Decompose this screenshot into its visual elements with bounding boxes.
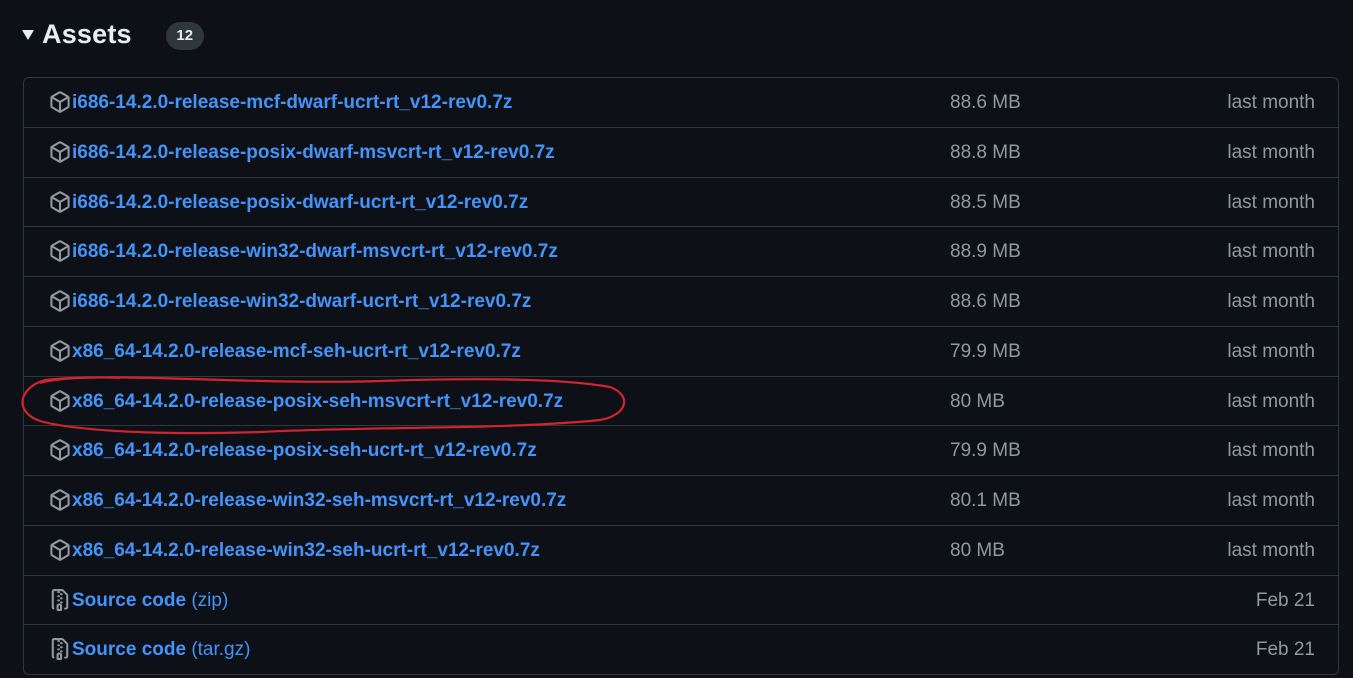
asset-link[interactable]: i686-14.2.0-release-posix-dwarf-msvcrt-r…	[72, 142, 555, 164]
asset-link[interactable]: i686-14.2.0-release-win32-dwarf-ucrt-rt_…	[72, 291, 531, 313]
asset-row: i686-14.2.0-release-posix-dwarf-msvcrt-r…	[24, 128, 1338, 178]
asset-size: 88.8 MB	[950, 141, 1021, 163]
source-code-zip-link[interactable]: Source code (zip)	[72, 590, 228, 612]
asset-date: last month	[1227, 291, 1315, 312]
asset-row-highlighted: x86_64-14.2.0-release-posix-seh-msvcrt-r…	[24, 377, 1338, 427]
asset-row: i686-14.2.0-release-posix-dwarf-ucrt-rt_…	[24, 178, 1338, 228]
package-icon	[50, 240, 70, 263]
asset-link[interactable]: x86_64-14.2.0-release-posix-seh-ucrt-rt_…	[72, 440, 537, 462]
asset-date: last month	[1227, 390, 1315, 412]
file-zip-icon	[51, 588, 69, 611]
asset-row: i686-14.2.0-release-win32-dwarf-msvcrt-r…	[24, 227, 1338, 277]
package-icon	[50, 339, 70, 362]
asset-size: 80.1 MB	[950, 490, 1021, 511]
source-code-date: Feb 21	[1255, 639, 1315, 661]
asset-size: 88.6 MB	[950, 92, 1021, 113]
asset-size: 88.9 MB	[950, 241, 1021, 263]
asset-size: 88.6 MB	[950, 291, 1021, 312]
asset-row: x86_64-14.2.0-release-win32-seh-ucrt-rt_…	[24, 526, 1338, 576]
package-icon	[50, 290, 70, 312]
asset-date: last month	[1227, 490, 1315, 511]
asset-row: i686-14.2.0-release-win32-dwarf-ucrt-rt_…	[24, 277, 1338, 327]
asset-date: last month	[1227, 92, 1315, 113]
source-code-format: (tar.gz)	[191, 639, 251, 661]
file-zip-icon	[51, 638, 69, 661]
asset-date: last month	[1227, 539, 1315, 561]
package-icon	[50, 190, 70, 213]
source-code-format: (zip)	[191, 589, 229, 611]
package-icon	[50, 389, 70, 412]
asset-size: 88.5 MB	[950, 191, 1021, 213]
asset-link[interactable]: x86_64-14.2.0-release-posix-seh-msvcrt-r…	[72, 391, 563, 413]
asset-link[interactable]: i686-14.2.0-release-win32-dwarf-msvcrt-r…	[72, 241, 558, 263]
source-code-targz-link[interactable]: Source code (tar.gz)	[72, 639, 250, 661]
asset-date: last month	[1227, 191, 1315, 213]
source-code-row: Source code (tar.gz) Feb 21	[24, 625, 1338, 674]
asset-date: last month	[1227, 440, 1315, 462]
source-code-row: Source code (zip) Feb 21	[24, 576, 1338, 626]
triangle-down-icon[interactable]	[22, 30, 34, 40]
asset-row: x86_64-14.2.0-release-win32-seh-msvcrt-r…	[24, 476, 1338, 526]
package-icon	[50, 439, 70, 462]
assets-list: i686-14.2.0-release-mcf-dwarf-ucrt-rt_v1…	[23, 77, 1339, 675]
asset-row: i686-14.2.0-release-mcf-dwarf-ucrt-rt_v1…	[24, 78, 1338, 128]
asset-link[interactable]: x86_64-14.2.0-release-win32-seh-msvcrt-r…	[72, 490, 566, 512]
source-code-label: Source code	[72, 589, 187, 611]
asset-row: x86_64-14.2.0-release-posix-seh-ucrt-rt_…	[24, 426, 1338, 476]
assets-title: Assets	[42, 18, 132, 49]
package-icon	[50, 538, 70, 561]
asset-date: last month	[1227, 141, 1315, 163]
asset-date: last month	[1227, 340, 1315, 362]
asset-link[interactable]: i686-14.2.0-release-posix-dwarf-ucrt-rt_…	[72, 192, 528, 214]
package-icon	[50, 91, 70, 113]
assets-header[interactable]: Assets 12	[22, 14, 204, 54]
asset-size: 80 MB	[950, 539, 1005, 561]
asset-date: last month	[1227, 241, 1315, 263]
source-code-label: Source code	[72, 639, 187, 661]
asset-link[interactable]: x86_64-14.2.0-release-win32-seh-ucrt-rt_…	[72, 540, 540, 562]
package-icon	[50, 140, 70, 163]
asset-row: x86_64-14.2.0-release-mcf-seh-ucrt-rt_v1…	[24, 327, 1338, 377]
asset-size: 79.9 MB	[950, 340, 1021, 362]
package-icon	[50, 489, 70, 511]
source-code-date: Feb 21	[1255, 589, 1315, 611]
asset-link[interactable]: x86_64-14.2.0-release-mcf-seh-ucrt-rt_v1…	[72, 341, 521, 363]
asset-link[interactable]: i686-14.2.0-release-mcf-dwarf-ucrt-rt_v1…	[72, 92, 512, 114]
assets-count-badge: 12	[165, 22, 204, 50]
asset-size: 79.9 MB	[950, 440, 1021, 462]
asset-size: 80 MB	[950, 390, 1005, 412]
